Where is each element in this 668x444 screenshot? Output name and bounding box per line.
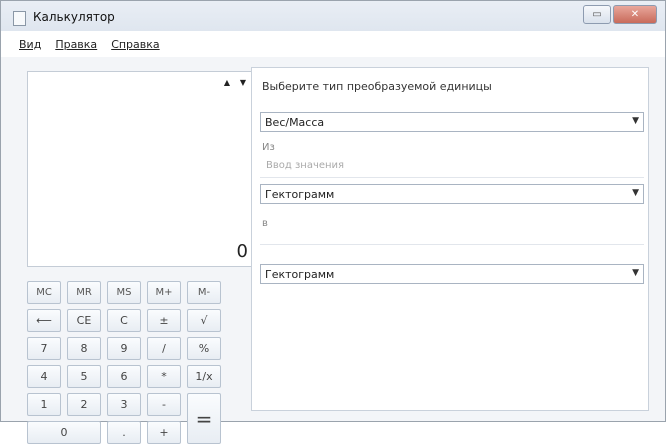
history-up-icon[interactable]: ▲ — [224, 78, 230, 87]
key-ce[interactable]: CE — [67, 309, 101, 332]
menu-edit[interactable]: Правка — [55, 38, 97, 51]
key-multiply[interactable]: * — [147, 365, 181, 388]
to-unit-value: Гектограмм — [265, 267, 335, 281]
key-1[interactable]: 1 — [27, 393, 61, 416]
key-8[interactable]: 8 — [67, 337, 101, 360]
menu-help[interactable]: Справка — [111, 38, 159, 51]
chevron-down-icon: ▼ — [632, 188, 639, 198]
key-0[interactable]: 0 — [27, 421, 101, 444]
menu-bar: Вид Правка Справка — [1, 31, 665, 57]
key-c[interactable]: C — [107, 309, 141, 332]
display: ▲ ▼ 0 — [27, 71, 255, 267]
key-decimal[interactable]: . — [107, 421, 141, 444]
maximize-button[interactable]: ▭ — [583, 5, 611, 24]
close-button[interactable]: ✕ — [613, 5, 657, 24]
calculator-window: Калькулятор ▭ ✕ Вид Правка Справка ▲ ▼ 0… — [0, 0, 666, 444]
key-2[interactable]: 2 — [67, 393, 101, 416]
chevron-down-icon: ▼ — [632, 268, 639, 278]
converter-heading: Выберите тип преобразуемой единицы — [262, 80, 492, 93]
key-mminus[interactable]: M- — [187, 281, 221, 304]
key-9[interactable]: 9 — [107, 337, 141, 360]
key-minus[interactable]: - — [147, 393, 181, 416]
key-3[interactable]: 3 — [107, 393, 141, 416]
history-down-icon[interactable]: ▼ — [240, 78, 246, 87]
from-label: Из — [262, 142, 275, 153]
key-4[interactable]: 4 — [27, 365, 61, 388]
chevron-down-icon: ▼ — [632, 116, 639, 126]
to-unit-select[interactable]: Гектограмм ▼ — [260, 264, 644, 284]
key-mr[interactable]: MR — [67, 281, 101, 304]
display-value: 0 — [236, 241, 248, 262]
key-divide[interactable]: / — [147, 337, 181, 360]
caption-buttons: ▭ ✕ — [583, 5, 657, 24]
result-field — [260, 226, 644, 245]
key-backspace[interactable]: ⟵ — [27, 309, 61, 332]
key-ms[interactable]: MS — [107, 281, 141, 304]
from-unit-value: Гектограмм — [265, 187, 335, 201]
key-6[interactable]: 6 — [107, 365, 141, 388]
calculator-panel: ▲ ▼ 0 MC MR MS M+ M- ⟵ CE C ± √ 7 8 9 / … — [21, 59, 255, 444]
menu-view[interactable]: Вид — [19, 38, 41, 51]
key-equals[interactable]: = — [187, 393, 221, 444]
key-plus[interactable]: + — [147, 421, 181, 444]
key-mc[interactable]: MC — [27, 281, 61, 304]
key-sqrt[interactable]: √ — [187, 309, 221, 332]
window-title: Калькулятор — [33, 10, 115, 24]
from-unit-select[interactable]: Гектограмм ▼ — [260, 184, 644, 204]
key-reciprocal[interactable]: 1/x — [187, 365, 221, 388]
unit-type-value: Вес/Масса — [265, 115, 325, 129]
key-mplus[interactable]: M+ — [147, 281, 181, 304]
key-7[interactable]: 7 — [27, 337, 61, 360]
title-bar: Калькулятор ▭ ✕ — [1, 1, 665, 31]
calculator-icon — [13, 11, 26, 26]
value-input[interactable]: Ввод значения — [260, 160, 644, 178]
key-5[interactable]: 5 — [67, 365, 101, 388]
unit-type-select[interactable]: Вес/Масса ▼ — [260, 112, 644, 132]
key-percent[interactable]: % — [187, 337, 221, 360]
unit-converter-panel: Выберите тип преобразуемой единицы Вес/М… — [251, 67, 649, 411]
key-plusminus[interactable]: ± — [147, 309, 181, 332]
